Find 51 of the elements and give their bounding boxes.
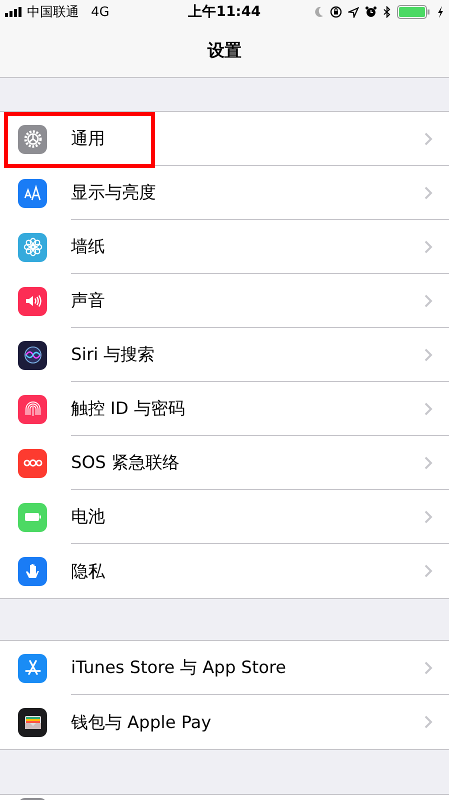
location-icon: [348, 6, 359, 18]
network-type: 4G: [91, 4, 110, 20]
alarm-icon: [365, 6, 377, 18]
app-store-icon: [22, 658, 42, 678]
chevron-icon: [424, 294, 433, 308]
charging-icon: [437, 6, 444, 18]
gear-icon: [22, 129, 42, 149]
row-label: 电池: [71, 506, 106, 528]
settings-row[interactable]: SOS 紧急联络: [0, 436, 449, 490]
chevron-icon: [424, 715, 433, 729]
settings-row[interactable]: iTunes Store 与 App Store: [0, 641, 449, 695]
settings-row[interactable]: 墙纸: [0, 220, 449, 274]
moon-icon: [314, 6, 324, 18]
row-label: 隐私: [71, 560, 106, 582]
fingerprint-icon: [22, 399, 42, 419]
settings-row[interactable]: 通用: [0, 112, 449, 166]
letters-icon: [22, 183, 42, 203]
chevron-icon: [424, 660, 433, 674]
settings-row[interactable]: 声音: [0, 274, 449, 328]
chevron-icon: [424, 564, 433, 578]
orb-icon: [22, 345, 42, 365]
settings-row[interactable]: 触控 ID 与密码: [0, 382, 449, 436]
chevron-icon: [424, 186, 433, 200]
settings-row[interactable]: 显示与亮度: [0, 166, 449, 220]
flower-icon: [22, 237, 42, 257]
row-label: 墙纸: [71, 236, 106, 258]
chevron-icon: [424, 456, 433, 470]
settings-row[interactable]: 电池: [0, 490, 449, 544]
chevron-icon: [424, 132, 433, 146]
settings-row[interactable]: 钱包与 Apple Pay: [0, 695, 449, 749]
bluetooth-icon: [383, 6, 391, 18]
signal-icon: [5, 7, 23, 17]
row-label: 触控 ID 与密码: [71, 398, 186, 420]
settings-row[interactable]: 隐私: [0, 544, 449, 598]
page-title: 设置: [208, 40, 242, 62]
settings-row[interactable]: Siri 与搜索: [0, 328, 449, 382]
carrier-name: 中国联通: [27, 4, 79, 21]
row-label: Siri 与搜索: [71, 344, 156, 366]
row-label: 声音: [71, 290, 106, 312]
chevron-icon: [424, 240, 433, 254]
rotation-lock-icon: [330, 6, 342, 18]
row-label: 显示与亮度: [71, 182, 157, 204]
chevron-icon: [424, 402, 433, 416]
chevron-icon: [424, 348, 433, 362]
row-label: 通用: [71, 128, 106, 150]
clock-time: 上午11:44: [188, 3, 261, 21]
row-label: iTunes Store 与 App Store: [71, 657, 288, 679]
chevron-icon: [424, 510, 433, 524]
battery-status-icon: [397, 5, 431, 19]
row-label: SOS 紧急联络: [71, 452, 180, 474]
row-label: 钱包与 Apple Pay: [71, 712, 212, 734]
